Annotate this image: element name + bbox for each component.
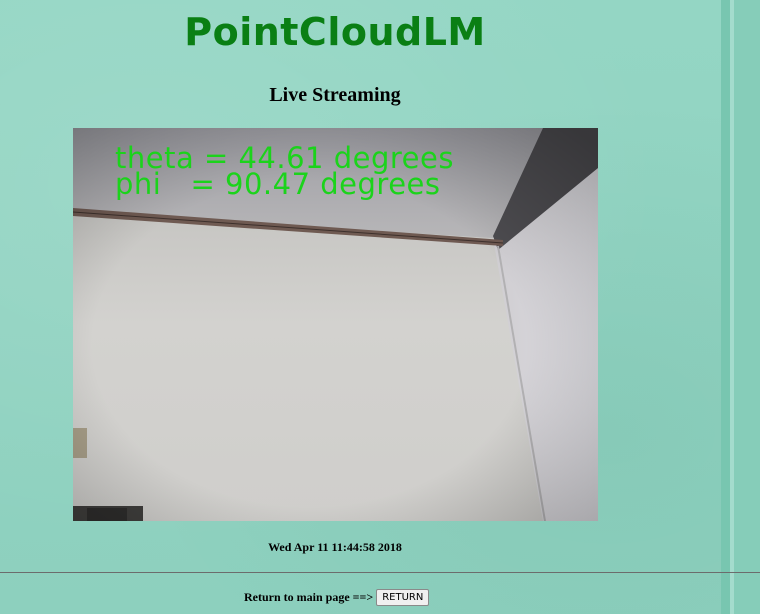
page-heading: Live Streaming	[269, 84, 401, 106]
phi-readout: phi = 90.47 degrees	[115, 167, 441, 201]
stream-timestamp: Wed Apr 11 11:44:58 2018	[268, 540, 402, 554]
return-label: Return to main page ==>	[244, 590, 374, 604]
decor-stripe	[734, 0, 760, 614]
return-row: Return to main page ==> RETURN	[244, 589, 430, 606]
decor-stripe	[721, 0, 730, 614]
return-button[interactable]: RETURN	[376, 589, 430, 606]
app-title: PointCloudLM	[184, 10, 486, 54]
live-stream-frame: theta = 44.61 degrees phi = 90.47 degree…	[73, 128, 598, 521]
horizontal-divider	[0, 572, 760, 573]
